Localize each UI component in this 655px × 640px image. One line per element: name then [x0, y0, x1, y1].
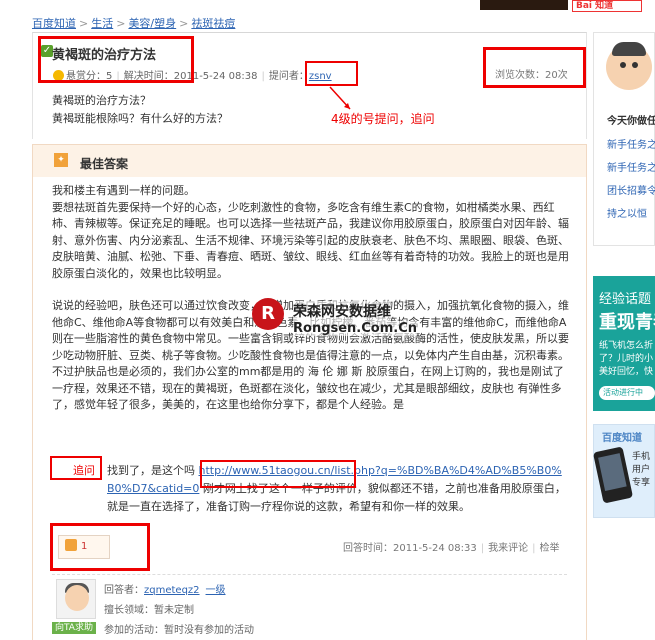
sidebar-link-persist[interactable]: 持之以恒: [607, 203, 655, 226]
annotation-box-followup: [50, 456, 102, 480]
answer-paragraph: 我和楼主有遇到一样的问题。: [52, 184, 195, 197]
sidebar-link-task2[interactable]: 新手任务之二: [607, 157, 655, 180]
followup-prefix: 找到了，是这个吗: [107, 464, 195, 477]
breadcrumb-item-home[interactable]: 百度知道: [32, 17, 76, 30]
sidebar-link-leader[interactable]: 团长招募令: [607, 180, 655, 203]
watermark-title: 荣森网安数据维: [293, 301, 391, 321]
ask-for-help-tag[interactable]: 向TA求助: [52, 622, 96, 634]
answer-content: 我和楼主有遇到一样的问题。 要想祛斑首先要保持一个好的心态，少吃刺激性的食物，多…: [52, 183, 572, 414]
annotation-box-like: [50, 523, 150, 571]
question-line: 黄褐斑能根除吗？有什么好的方法？: [52, 112, 228, 125]
answerer-activity: 参加的活动：暂时没有参加的活动: [104, 625, 254, 636]
sidebar-links: 新手任务之一 新手任务之二 团长招募令 持之以恒: [607, 134, 655, 226]
asker-label: 提问者：: [268, 71, 309, 82]
answer-meta: 回答时间：2011-5-24 08:33 | 我来评论 | 检举: [343, 543, 560, 554]
annotation-box-asker: [305, 61, 358, 86]
annotation-box-views: [483, 47, 586, 88]
best-answer-heading: 最佳答案: [80, 157, 129, 171]
watermark-logo: R: [252, 298, 284, 330]
question-line: 黄褐斑的治疗方法？: [52, 94, 151, 107]
phone-icon: [592, 446, 634, 504]
divider: [52, 574, 567, 575]
sidebar-promo[interactable]: 经验话题 重现青春 纸飞机怎么折 了？儿时的小 美好回忆，快 活动进行中: [593, 276, 655, 411]
answerer-name-link[interactable]: zqmeteqz2: [144, 585, 200, 596]
breadcrumb: 百度知道 > 生活 > 美容/塑身 > 祛斑祛痘: [32, 17, 236, 30]
promo-button[interactable]: 活动进行中: [599, 386, 655, 400]
question-body: 黄褐斑的治疗方法？ 黄褐斑能根除吗？有什么好的方法？: [52, 92, 228, 128]
annotation-box-title: [38, 36, 194, 83]
annotation-text: 4级的号提问，追问: [331, 112, 435, 126]
promo-line1: 经验话题: [599, 292, 652, 307]
banner-ad[interactable]: [480, 0, 568, 10]
report-link[interactable]: 检举: [540, 543, 560, 554]
comment-link[interactable]: 我来评论: [488, 543, 528, 554]
top-banner: Bai 知道: [0, 0, 655, 14]
sidebar-link-task1[interactable]: 新手任务之一: [607, 134, 655, 157]
annotation-box-link: [200, 460, 356, 488]
sidebar-title: 今天你做任务了吗: [607, 116, 655, 127]
ad-text: 手机 用户 专享: [632, 452, 651, 488]
answer-time: 回答时间：2011-5-24 08:33: [343, 543, 477, 554]
answerer-info: 回答者：zqmeteqz2 一级 擅长领域：暂未定制 参加的活动：暂时没有参加的活…: [104, 581, 254, 640]
watermark-subtitle: Rongsen.Com.Cn: [293, 321, 418, 336]
breadcrumb-item-beauty[interactable]: 美容/塑身: [128, 17, 176, 30]
answerer-avatar[interactable]: [56, 579, 96, 619]
breadcrumb-item-life[interactable]: 生活: [91, 17, 113, 30]
promo-line2: 重现青春: [599, 312, 655, 333]
ad-heading: 百度知道: [602, 433, 642, 444]
answer-paragraph: 要想祛斑首先要保持一个好的心态，少吃刺激性的食物，多吃含有维生素C的食物，如柑橘…: [52, 200, 569, 280]
answerer-label: 回答者：: [104, 585, 144, 596]
best-answer-flag-icon: ✦: [54, 153, 68, 167]
answer-paragraph: 不过护肤品也是必须的，我们办公室的mm都是用的 海 伦 娜 斯 胶原蛋白，在网上…: [52, 365, 564, 411]
sidebar-mobile-ad[interactable]: 百度知道 手机 用户 专享: [592, 424, 655, 518]
sidebar-mascot-avatar: [606, 42, 652, 90]
banner-logo: Bai 知道: [572, 0, 642, 12]
breadcrumb-item-spots[interactable]: 祛斑祛痘: [191, 17, 235, 30]
answerer-specialty: 擅长领域：暂未定制: [104, 605, 194, 616]
answerer-level-link[interactable]: 一级: [206, 585, 226, 596]
promo-text: 纸飞机怎么折 了？儿时的小 美好回忆，快: [599, 341, 654, 377]
